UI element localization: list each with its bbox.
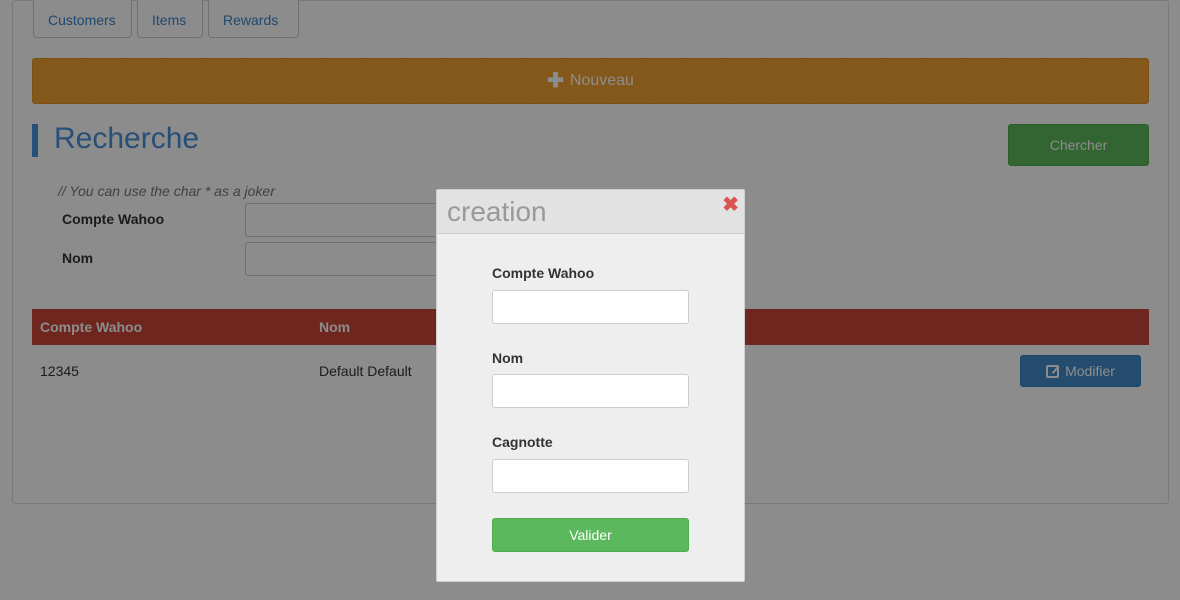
dialog-header: creation ✖ (437, 190, 744, 234)
dialog-input-cagnotte[interactable] (492, 459, 689, 493)
close-icon[interactable]: ✖ (722, 192, 739, 217)
dialog-input-compte[interactable] (492, 290, 689, 324)
dialog-title: creation (447, 196, 547, 227)
dialog-label-nom: Nom (492, 350, 524, 366)
creation-dialog: creation ✖ Compte Wahoo Nom Cagnotte Val… (436, 189, 745, 582)
dialog-label-cagnotte: Cagnotte (492, 434, 553, 450)
dialog-label-compte: Compte Wahoo (492, 265, 595, 281)
dialog-input-nom[interactable] (492, 374, 689, 408)
valider-button[interactable]: Valider (492, 518, 689, 552)
